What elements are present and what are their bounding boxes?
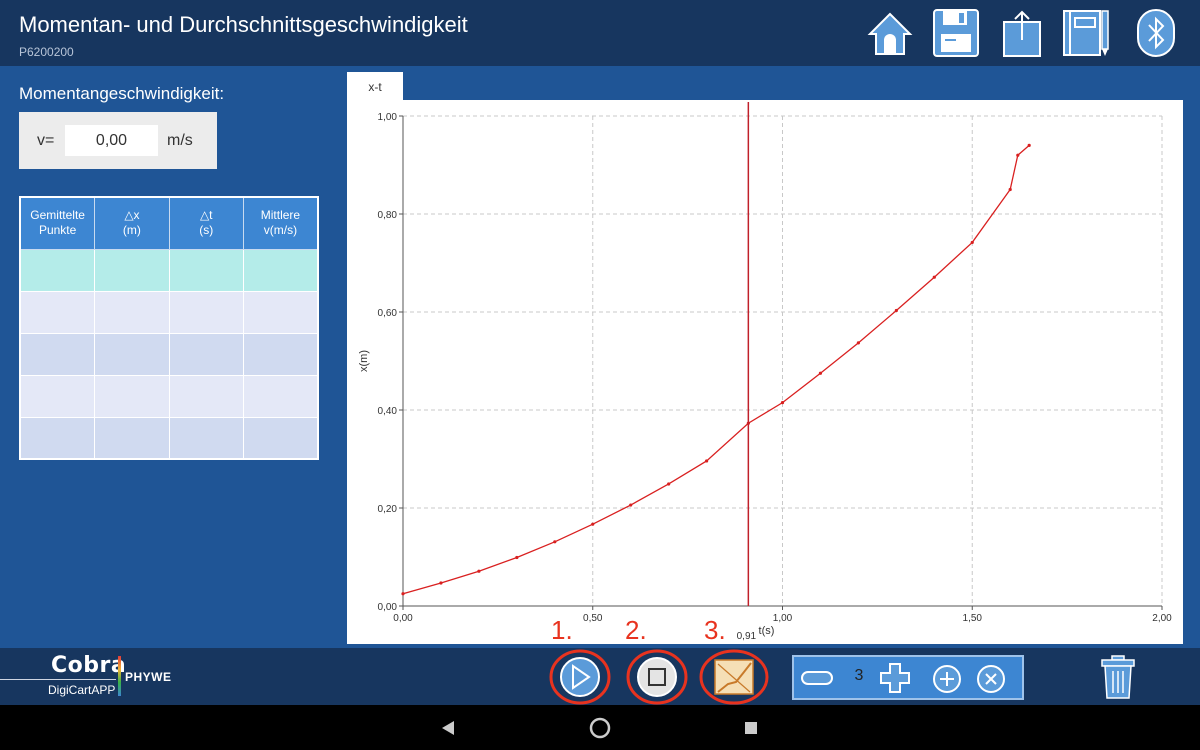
data-point [970, 240, 974, 245]
data-point [401, 592, 405, 596]
x-tick-label: 1,50 [963, 613, 983, 624]
zoom-value: 3 [854, 667, 864, 684]
velocity-unit: m/s [167, 132, 193, 149]
velocity-value: 0,00 [65, 125, 158, 156]
add-point-button[interactable] [931, 663, 963, 695]
trash-icon[interactable] [1100, 654, 1136, 700]
annotation-1: 1. [551, 615, 573, 645]
col-header-dt: △t (s) [168, 196, 244, 250]
data-point [818, 371, 823, 375]
data-point [856, 341, 860, 345]
zoom-plus-button[interactable] [878, 662, 912, 694]
average-velocity-table: Gemittelte Punkte △x (m) △t (s) Mittlere v(m… [19, 196, 319, 460]
table-row[interactable] [19, 290, 319, 334]
y-tick-label: 0,20 [378, 504, 398, 515]
table-row[interactable] [19, 416, 319, 460]
x-t-chart[interactable]: 0,00 0,50 1,00 1,50 2,00 0,00 0,20 0,40 0,60 0,80… [347, 100, 1183, 644]
stop-button[interactable] [625, 648, 689, 706]
series-line [402, 144, 1030, 595]
data-point [1008, 187, 1012, 192]
col-header-points: Gemittelte Punkte [19, 196, 96, 250]
data-point [553, 540, 557, 544]
x-tick-label: 1,00 [773, 613, 793, 624]
x-tick-label: 0,50 [583, 613, 603, 624]
experiment-code: P6200200 [19, 45, 74, 59]
save-icon[interactable] [932, 8, 980, 58]
y-tick-label: 0,40 [378, 406, 398, 417]
remove-point-button[interactable] [975, 663, 1007, 695]
data-point [1027, 143, 1031, 147]
tab-x-t[interactable]: x-t [347, 72, 403, 100]
notebook-icon[interactable] [1062, 8, 1110, 58]
y-tick-label: 0,80 [378, 210, 398, 221]
upload-icon[interactable] [998, 8, 1046, 58]
data-point [477, 569, 481, 573]
velocity-symbol: v= [37, 132, 55, 149]
y-tick-label: 0,60 [378, 308, 398, 319]
annotation-2: 2. [625, 615, 647, 645]
velocity-display: v= 0,00 m/s [19, 112, 217, 169]
recents-icon[interactable] [744, 721, 758, 735]
home-nav-icon[interactable] [588, 716, 612, 740]
data-point [894, 308, 898, 313]
data-point [439, 581, 443, 585]
digicart-logo: DigiCartAPP [48, 683, 116, 697]
home-icon[interactable] [866, 8, 914, 58]
zoom-minus-button[interactable] [800, 666, 834, 690]
phywe-logo: PHYWE [125, 670, 172, 684]
table-row[interactable] [19, 332, 319, 376]
y-axis-label: x(m) [358, 350, 370, 372]
table-header-row: Gemittelte Punkte △x (m) △t (s) Mittlere v(m… [19, 196, 319, 250]
header-bar: Momentan- und Durchschnittsgeschwindigke… [0, 0, 1200, 66]
data-point [629, 503, 633, 507]
annotation-3: 3. [704, 615, 726, 645]
back-icon[interactable] [440, 720, 456, 736]
x-axis-label: t(s) [759, 625, 775, 637]
chart-analysis-button[interactable] [698, 648, 770, 706]
col-header-dx: △x (m) [94, 196, 170, 250]
table-row[interactable] [19, 374, 319, 418]
page-title: Momentan- und Durchschnittsgeschwindigke… [19, 12, 468, 37]
table-row[interactable] [19, 248, 319, 292]
y-tick-label: 1,00 [378, 112, 398, 123]
x-tick-label: 0,00 [393, 613, 413, 624]
data-point [780, 401, 785, 405]
android-nav-bar [0, 705, 1200, 750]
data-point [515, 555, 519, 560]
instant-velocity-label: Momentangeschwindigkeit: [19, 84, 225, 103]
data-point [667, 482, 671, 486]
col-header-avg-v: Mittlere v(m/s) [242, 196, 319, 250]
data-point [591, 522, 595, 526]
data-point [705, 459, 709, 463]
y-tick-label: 0,00 [378, 602, 398, 613]
data-point [932, 275, 936, 279]
logo-color-bar [118, 656, 121, 696]
cobra-logo: Cobra [51, 653, 127, 678]
play-button[interactable] [548, 648, 612, 706]
logo-divider [0, 679, 116, 680]
data-point [1016, 153, 1020, 157]
stop-icon [648, 668, 666, 686]
cursor-label: 0,91 [737, 631, 757, 642]
x-tick-label: 2,00 [1152, 613, 1172, 624]
zoom-control: 3 [792, 655, 1024, 700]
bluetooth-icon[interactable] [1132, 8, 1180, 58]
